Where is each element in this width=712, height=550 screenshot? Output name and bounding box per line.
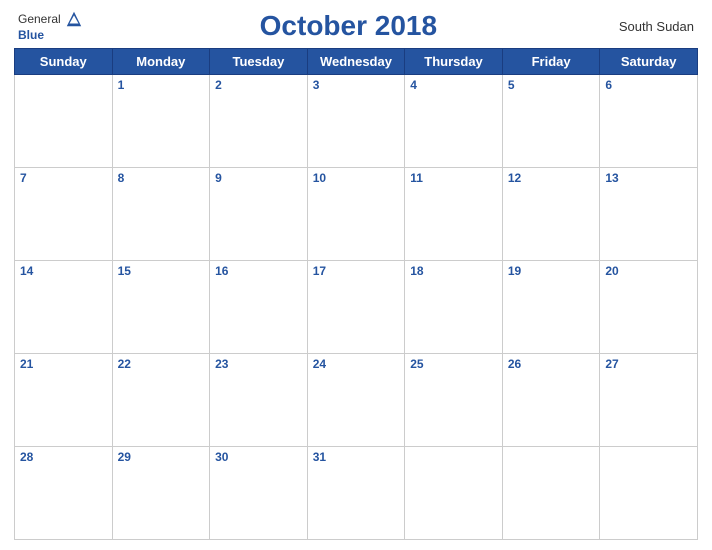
logo-area: General Blue: [18, 10, 83, 42]
calendar-cell: 22: [112, 354, 210, 447]
calendar-week-row: 789 10 11 12 13: [15, 168, 698, 261]
month-title: October 2018: [83, 10, 614, 42]
calendar-cell: 29: [112, 447, 210, 540]
date-number: 11: [410, 171, 497, 185]
date-number: 31: [313, 450, 400, 464]
date-number: 30: [215, 450, 302, 464]
calendar-cell: [405, 447, 503, 540]
calendar-body: 1234567891011121314151617181920212223242…: [15, 75, 698, 540]
calendar-cell: 3: [307, 75, 405, 168]
calendar-cell: 10: [307, 168, 405, 261]
date-number: 7: [20, 171, 107, 185]
date-number: 22: [118, 357, 205, 371]
header-monday: Monday: [112, 49, 210, 75]
header-wednesday: Wednesday: [307, 49, 405, 75]
calendar-cell: 5: [502, 75, 600, 168]
calendar-week-row: 28 29 30 31: [15, 447, 698, 540]
calendar-cell: 8: [112, 168, 210, 261]
calendar-header: General Blue October 2018 South Sudan: [14, 10, 698, 42]
weekday-header-row: Sunday Monday Tuesday Wednesday Thursday…: [15, 49, 698, 75]
date-number: 29: [118, 450, 205, 464]
calendar-cell: 6: [600, 75, 698, 168]
calendar-week-row: 123456: [15, 75, 698, 168]
date-number: 24: [313, 357, 400, 371]
calendar-cell: [502, 447, 600, 540]
date-number: 4: [410, 78, 497, 92]
logo-general-text: General: [18, 12, 61, 26]
calendar-cell: 4: [405, 75, 503, 168]
date-number: 2: [215, 78, 302, 92]
calendar-cell: [600, 447, 698, 540]
calendar-cell: 30: [210, 447, 308, 540]
date-number: 27: [605, 357, 692, 371]
date-number: 15: [118, 264, 205, 278]
date-number: 21: [20, 357, 107, 371]
date-number: 1: [118, 78, 205, 92]
date-number: 12: [508, 171, 595, 185]
calendar-cell: 24: [307, 354, 405, 447]
calendar-cell: 14: [15, 261, 113, 354]
date-number: 8: [118, 171, 205, 185]
date-number: 3: [313, 78, 400, 92]
calendar-cell: 16: [210, 261, 308, 354]
calendar-cell: 23: [210, 354, 308, 447]
header-friday: Friday: [502, 49, 600, 75]
calendar-cell: 18: [405, 261, 503, 354]
date-number: 23: [215, 357, 302, 371]
header-tuesday: Tuesday: [210, 49, 308, 75]
date-number: 25: [410, 357, 497, 371]
date-number: 18: [410, 264, 497, 278]
calendar-cell: 20: [600, 261, 698, 354]
logo-blue-text: Blue: [18, 28, 44, 42]
date-number: 28: [20, 450, 107, 464]
calendar-table: Sunday Monday Tuesday Wednesday Thursday…: [14, 48, 698, 540]
calendar-cell: 26: [502, 354, 600, 447]
calendar-cell: [15, 75, 113, 168]
date-number: 5: [508, 78, 595, 92]
header-thursday: Thursday: [405, 49, 503, 75]
calendar-cell: 17: [307, 261, 405, 354]
calendar-cell: 25: [405, 354, 503, 447]
date-number: 6: [605, 78, 692, 92]
calendar-thead: Sunday Monday Tuesday Wednesday Thursday…: [15, 49, 698, 75]
date-number: 16: [215, 264, 302, 278]
date-number: 10: [313, 171, 400, 185]
calendar-cell: 19: [502, 261, 600, 354]
calendar-cell: 2: [210, 75, 308, 168]
calendar-cell: 1: [112, 75, 210, 168]
calendar-cell: 15: [112, 261, 210, 354]
calendar-cell: 13: [600, 168, 698, 261]
calendar-cell: 31: [307, 447, 405, 540]
calendar-week-row: 21 22 23 24 25 26 27: [15, 354, 698, 447]
header-saturday: Saturday: [600, 49, 698, 75]
calendar-cell: 9: [210, 168, 308, 261]
calendar-container: General Blue October 2018 South Sudan Su…: [0, 0, 712, 550]
date-number: 26: [508, 357, 595, 371]
date-number: 13: [605, 171, 692, 185]
date-number: 14: [20, 264, 107, 278]
country-label: South Sudan: [614, 19, 694, 34]
calendar-cell: 11: [405, 168, 503, 261]
logo-icon: [65, 10, 83, 28]
date-number: 20: [605, 264, 692, 278]
date-number: 9: [215, 171, 302, 185]
calendar-cell: 21: [15, 354, 113, 447]
date-number: 17: [313, 264, 400, 278]
logo-text: General: [18, 10, 83, 28]
date-number: 19: [508, 264, 595, 278]
header-sunday: Sunday: [15, 49, 113, 75]
calendar-cell: 27: [600, 354, 698, 447]
calendar-cell: 7: [15, 168, 113, 261]
calendar-cell: 12: [502, 168, 600, 261]
calendar-cell: 28: [15, 447, 113, 540]
calendar-week-row: 14 15 16 17 18 19 20: [15, 261, 698, 354]
